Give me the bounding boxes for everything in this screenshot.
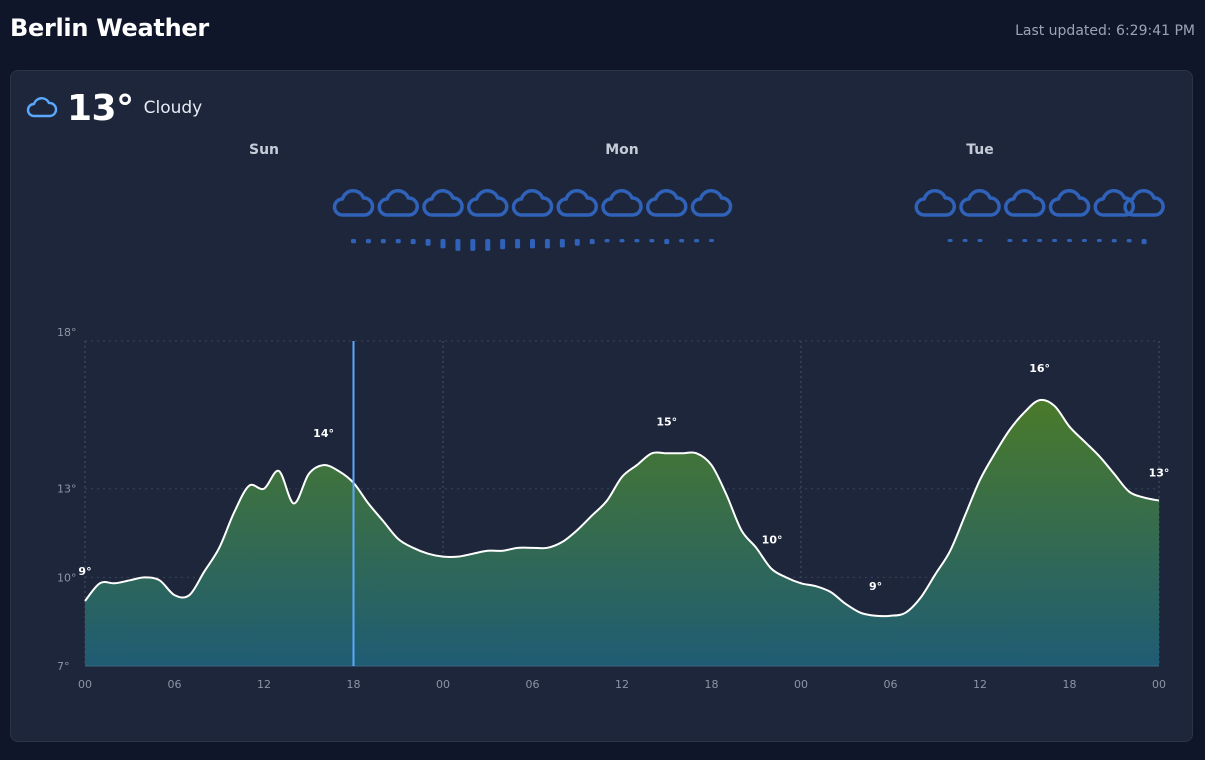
y-tick-label: 10° (57, 571, 77, 584)
precipitation-bar (410, 239, 416, 245)
precipitation-bar (1096, 239, 1102, 242)
y-tick-label: 18° (57, 326, 77, 339)
temperature-label: 13° (1149, 467, 1170, 480)
x-tick-label: 18 (705, 678, 719, 691)
precipitation-bar (1022, 239, 1028, 242)
precipitation-bars (351, 239, 1147, 251)
cloud-forecast-icons (332, 189, 1165, 217)
temperature-label: 14° (313, 427, 334, 440)
temperature-label: 9° (78, 565, 91, 578)
precipitation-bar (1067, 239, 1072, 242)
cloud-icon (959, 189, 1001, 217)
cloud-icon (1048, 189, 1091, 217)
cloud-icon (914, 189, 956, 217)
precipitation-bar (395, 239, 401, 244)
precipitation-bar (604, 239, 610, 243)
cloud-icon (646, 189, 688, 217)
precipitation-bar (470, 239, 476, 251)
x-tick-label: 06 (884, 678, 898, 691)
precipitation-bar (694, 239, 700, 243)
x-tick-label: 00 (78, 678, 92, 691)
precipitation-bar (977, 239, 983, 242)
precipitation-bar (380, 239, 386, 244)
precipitation-bar (351, 239, 356, 244)
cloud-icon (511, 189, 554, 217)
precipitation-bar (574, 239, 580, 246)
cloud-icon (377, 189, 419, 217)
precipitation-bar (634, 239, 640, 243)
cloud-icon (332, 189, 375, 217)
precipitation-bar (530, 239, 535, 249)
precipitation-bar (1052, 239, 1058, 242)
precipitation-bar (559, 239, 565, 248)
precipitation-bar (679, 239, 685, 243)
temperature-chart: 9°14°15°10°9°16°13° 00 06 12 18 00 06 12 18 00 06… (57, 189, 1170, 691)
cloud-icon (690, 189, 733, 217)
precipitation-bar (1111, 239, 1117, 243)
temperature-area-fill (85, 399, 1159, 666)
precipitation-bar (544, 239, 550, 249)
precipitation-bar (515, 239, 521, 249)
precipitation-bar (962, 239, 968, 242)
temperature-label: 16° (1029, 362, 1050, 375)
precipitation-bar (947, 239, 953, 242)
temperature-label: 15° (656, 415, 677, 428)
x-tick-label: 18 (347, 678, 361, 691)
temperature-label: 9° (869, 580, 882, 593)
cloud-icon (1004, 189, 1046, 217)
x-tick-label: 18 (1063, 678, 1077, 691)
temperature-label: 10° (762, 533, 783, 546)
precipitation-bar (365, 239, 371, 244)
precipitation-bar (664, 239, 670, 245)
x-tick-label: 06 (168, 678, 182, 691)
x-tick-label: 12 (257, 678, 271, 691)
precipitation-bar (440, 239, 446, 249)
precipitation-bar (589, 239, 595, 245)
cloud-icon (467, 189, 509, 217)
cloud-icon (556, 189, 598, 217)
x-tick-label: 06 (526, 678, 540, 691)
precipitation-bar (1126, 239, 1132, 243)
x-tick-label: 00 (1152, 678, 1166, 691)
precipitation-bar (709, 239, 714, 242)
precipitation-bar (500, 239, 506, 250)
precipitation-bar (1037, 239, 1043, 242)
temperature-area (84, 341, 1160, 667)
precipitation-bar (1141, 239, 1147, 245)
y-tick-label: 7° (57, 660, 70, 673)
x-tick-label: 00 (436, 678, 450, 691)
precipitation-bar (455, 239, 461, 251)
x-tick-label: 00 (794, 678, 808, 691)
y-tick-label: 13° (57, 483, 77, 496)
cloud-icon (601, 189, 643, 217)
precipitation-bar (649, 239, 655, 243)
x-tick-label: 12 (615, 678, 629, 691)
precipitation-bar (619, 239, 625, 243)
precipitation-bar (1081, 239, 1087, 242)
cloud-icon (422, 189, 464, 217)
x-tick-label: 12 (973, 678, 987, 691)
precipitation-bar (1007, 239, 1013, 242)
precipitation-bar (425, 239, 431, 246)
precipitation-bar (485, 239, 491, 251)
